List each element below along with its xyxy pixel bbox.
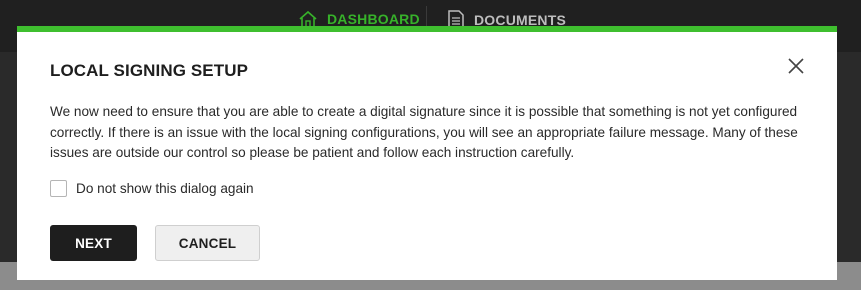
dont-show-again-row: Do not show this dialog again xyxy=(50,180,254,197)
cancel-button[interactable]: CANCEL xyxy=(155,225,260,261)
dont-show-again-label[interactable]: Do not show this dialog again xyxy=(76,181,254,196)
dont-show-again-checkbox[interactable] xyxy=(50,180,67,197)
local-signing-dialog: LOCAL SIGNING SETUP We now need to ensur… xyxy=(17,26,837,280)
dialog-message: We now need to ensure that you are able … xyxy=(50,104,798,160)
close-icon[interactable] xyxy=(786,56,806,76)
dialog-title: LOCAL SIGNING SETUP xyxy=(50,61,249,80)
next-button[interactable]: NEXT xyxy=(50,225,137,261)
nav-dashboard-label: DASHBOARD xyxy=(327,11,420,27)
